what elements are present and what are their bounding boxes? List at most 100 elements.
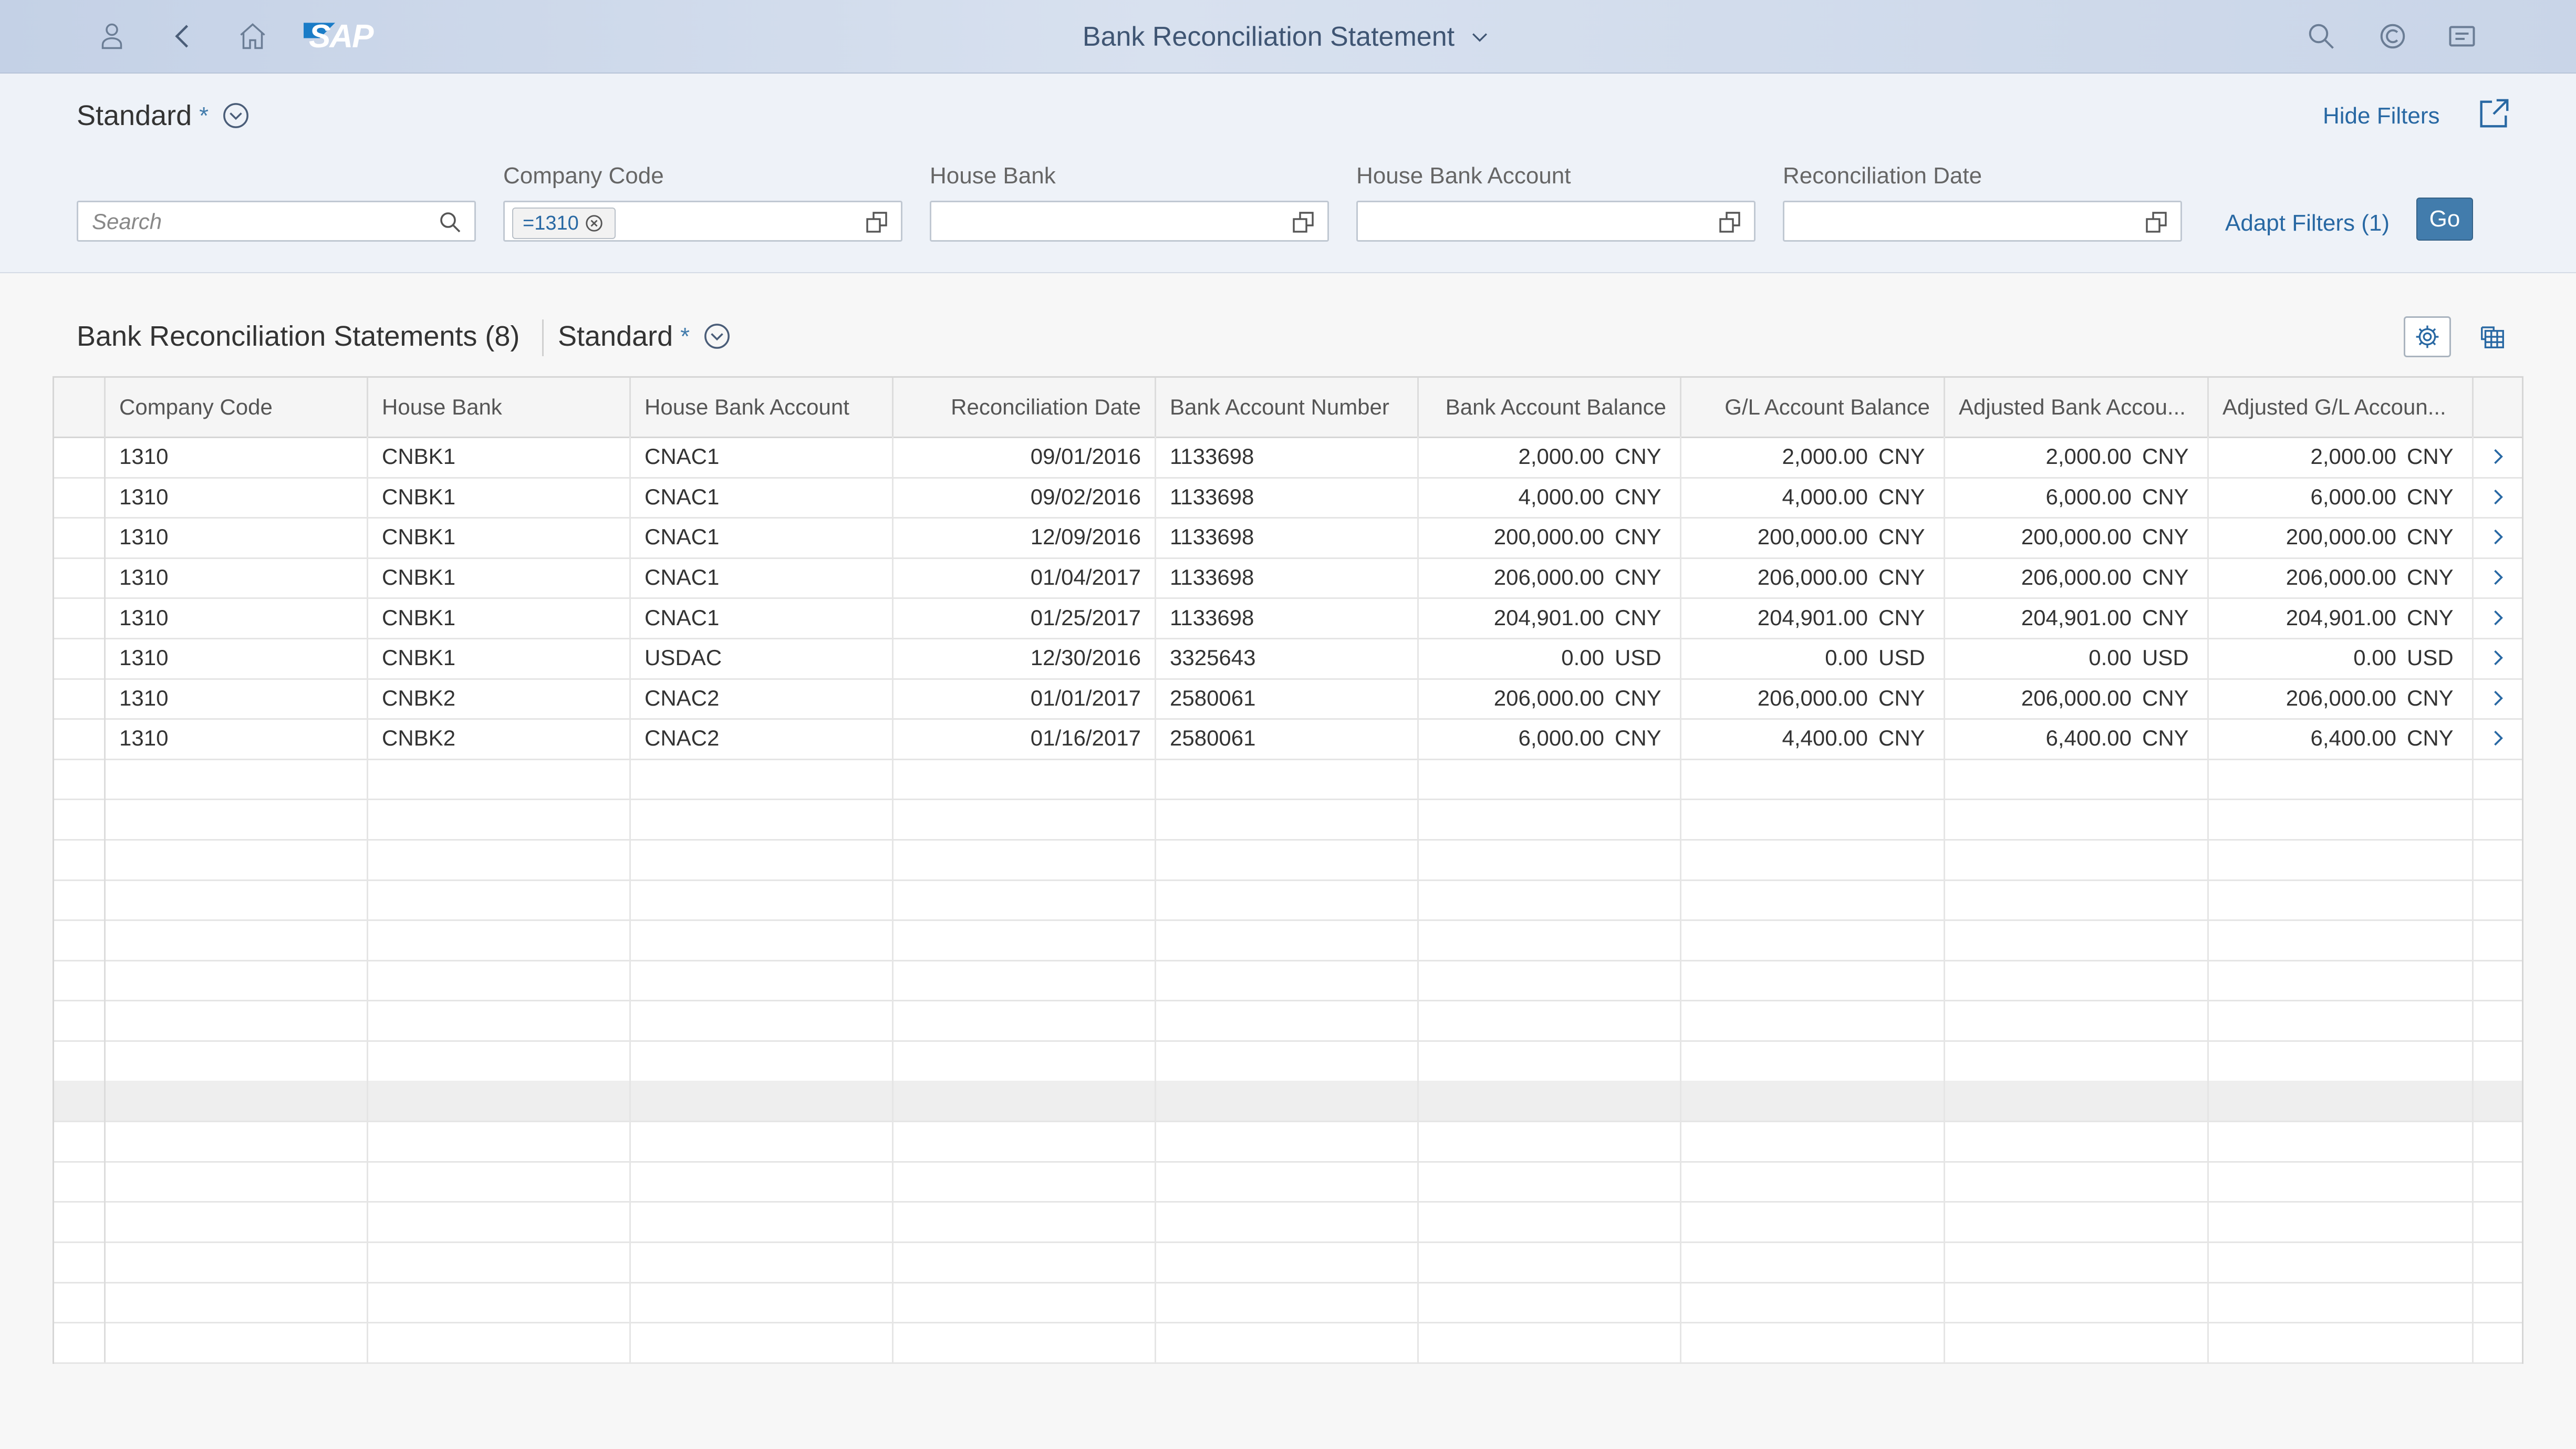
cell-company-code — [106, 1241, 368, 1282]
copilot-icon[interactable] — [2374, 18, 2411, 55]
app-title-menu[interactable]: Bank Reconciliation Statement — [998, 16, 1576, 58]
home-icon[interactable] — [234, 18, 271, 55]
cell-house-bank — [368, 1281, 631, 1322]
value-help-icon[interactable] — [864, 210, 889, 235]
row-navigation-cell[interactable] — [2474, 557, 2522, 598]
row-navigation-cell[interactable] — [2474, 477, 2522, 518]
chevron-right-icon[interactable] — [2486, 606, 2509, 629]
variant-selector[interactable]: Standard * — [77, 95, 251, 137]
cell-gl-account-balance — [1681, 1322, 1945, 1362]
chevron-right-icon[interactable] — [2486, 445, 2509, 468]
cell-reconciliation-date — [894, 1040, 1156, 1081]
user-icon[interactable] — [94, 18, 130, 55]
cell-bank-account-number — [1156, 1080, 1419, 1121]
column-header-gl-account-balance[interactable]: G/L Account Balance — [1681, 378, 1945, 437]
row-navigation-cell[interactable] — [2474, 718, 2522, 759]
table-row[interactable]: 1310 CNBK1 CNAC1 09/01/2016 1133698 2,000.00 C… — [54, 437, 2522, 479]
chevron-right-icon[interactable] — [2486, 727, 2509, 750]
column-header-reconciliation-date[interactable]: Reconciliation Date — [894, 378, 1156, 437]
sap-logo[interactable]: SAP — [304, 15, 392, 58]
amount-value: 206,000.00 — [2021, 565, 2132, 590]
row-selector-cell[interactable] — [54, 477, 106, 518]
cell-reconciliation-date: 01/25/2017 — [894, 597, 1156, 638]
cell-house-bank — [368, 1241, 631, 1282]
table-settings-button[interactable] — [2404, 316, 2451, 357]
row-navigation-cell — [2474, 759, 2522, 799]
table-row[interactable]: 1310 CNBK1 CNAC1 09/02/2016 1133698 4,000.00 C… — [54, 477, 2522, 519]
column-header-adjusted-bank-balance[interactable]: Adjusted Bank Accou... — [1945, 378, 2209, 437]
column-header-adjusted-gl-balance[interactable]: Adjusted G/L Accoun... — [2209, 378, 2474, 437]
row-selector-cell[interactable] — [54, 517, 106, 557]
row-selector-cell[interactable] — [54, 597, 106, 638]
currency-code: CNY — [2407, 484, 2454, 509]
search-icon[interactable] — [2303, 18, 2340, 55]
share-icon[interactable] — [2475, 96, 2512, 132]
chevron-right-icon[interactable] — [2486, 687, 2509, 710]
row-navigation-cell[interactable] — [2474, 437, 2522, 477]
row-selector-cell — [54, 919, 106, 960]
house-bank-field[interactable] — [930, 201, 1329, 242]
row-navigation-cell[interactable] — [2474, 678, 2522, 719]
go-button[interactable]: Go — [2416, 198, 2473, 241]
row-selector-cell[interactable] — [54, 557, 106, 598]
cell-reconciliation-date — [894, 1080, 1156, 1121]
value-help-icon[interactable] — [1717, 210, 1742, 235]
reconciliation-date-field[interactable] — [1783, 201, 2182, 242]
search-icon[interactable] — [438, 210, 463, 235]
hide-filters-link[interactable]: Hide Filters — [2323, 98, 2440, 134]
table-row[interactable]: 1310 CNBK2 CNAC2 01/01/2017 2580061 206,000.0… — [54, 678, 2522, 720]
cell-bank-account-number — [1156, 919, 1419, 960]
row-navigation-cell[interactable] — [2474, 597, 2522, 638]
cell-house-bank — [368, 758, 631, 799]
row-selector-cell[interactable] — [54, 718, 106, 759]
row-selector-cell[interactable] — [54, 638, 106, 678]
cell-bank-account-number: 1133698 — [1156, 557, 1419, 598]
export-button[interactable] — [2469, 316, 2516, 357]
column-header-house-bank-account[interactable]: House Bank Account — [631, 378, 894, 437]
variant-modified-marker: * — [199, 102, 209, 129]
cell-reconciliation-date: 01/16/2017 — [894, 718, 1156, 759]
column-header-company-code[interactable]: Company Code — [106, 378, 368, 437]
row-selector-cell[interactable] — [54, 678, 106, 719]
cell-bank-account-balance — [1419, 879, 1681, 920]
table-row[interactable]: 1310 CNBK1 CNAC1 01/25/2017 1133698 204,901.0… — [54, 597, 2522, 639]
adapt-filters-button[interactable]: Adapt Filters (1) — [2225, 205, 2390, 242]
token-remove-icon[interactable] — [584, 213, 604, 233]
cell-gl-account-balance — [1681, 879, 1945, 920]
table-row[interactable]: 1310 CNBK2 CNAC2 01/16/2017 2580061 6,000.00 C… — [54, 718, 2522, 760]
chevron-right-icon[interactable] — [2486, 566, 2509, 589]
amount-value: 0.00 — [1825, 645, 1868, 670]
house-bank-account-field[interactable] — [1356, 201, 1756, 242]
column-header-bank-account-number[interactable]: Bank Account Number — [1156, 378, 1419, 437]
row-navigation-cell[interactable] — [2474, 517, 2522, 557]
chevron-right-icon[interactable] — [2486, 646, 2509, 669]
value-help-icon[interactable] — [1291, 210, 1316, 235]
column-header-house-bank[interactable]: House Bank — [368, 378, 631, 437]
company-code-field[interactable]: =1310 — [503, 201, 902, 242]
row-navigation-cell[interactable] — [2474, 638, 2522, 678]
search-input[interactable] — [78, 202, 429, 241]
chevron-right-icon[interactable] — [2486, 525, 2509, 548]
table-header-row: Company Code House Bank House Bank Accou… — [54, 378, 2522, 438]
company-code-token[interactable]: =1310 — [512, 208, 616, 239]
row-selector-cell[interactable] — [54, 437, 106, 477]
row-navigation-cell — [2474, 1322, 2522, 1362]
notifications-icon[interactable] — [2444, 18, 2480, 55]
column-header-bank-account-balance[interactable]: Bank Account Balance — [1419, 378, 1681, 437]
select-all-cell[interactable] — [54, 378, 106, 437]
back-icon[interactable] — [165, 18, 202, 55]
table-row[interactable]: 1310 CNBK1 USDAC 12/30/2016 3325643 0.00 USD 0.… — [54, 638, 2522, 680]
cell-house-bank-account — [631, 1281, 894, 1322]
table-variant-selector[interactable]: Standard * — [558, 315, 732, 357]
value-help-icon[interactable] — [2144, 210, 2169, 235]
cell-company-code: 1310 — [106, 517, 368, 557]
cell-bank-account-number — [1156, 839, 1419, 879]
cell-adjusted-gl-balance — [2209, 758, 2474, 799]
table-row[interactable]: 1310 CNBK1 CNAC1 12/09/2016 1133698 200,000.0… — [54, 517, 2522, 559]
row-selector-cell — [54, 1241, 106, 1282]
empty-table-row — [54, 799, 2522, 841]
chevron-right-icon[interactable] — [2486, 485, 2509, 509]
search-field[interactable] — [77, 201, 476, 242]
table-row[interactable]: 1310 CNBK1 CNAC1 01/04/2017 1133698 206,000.0… — [54, 557, 2522, 599]
cell-adjusted-gl-balance: 206,000.00 CNY — [2209, 557, 2474, 598]
